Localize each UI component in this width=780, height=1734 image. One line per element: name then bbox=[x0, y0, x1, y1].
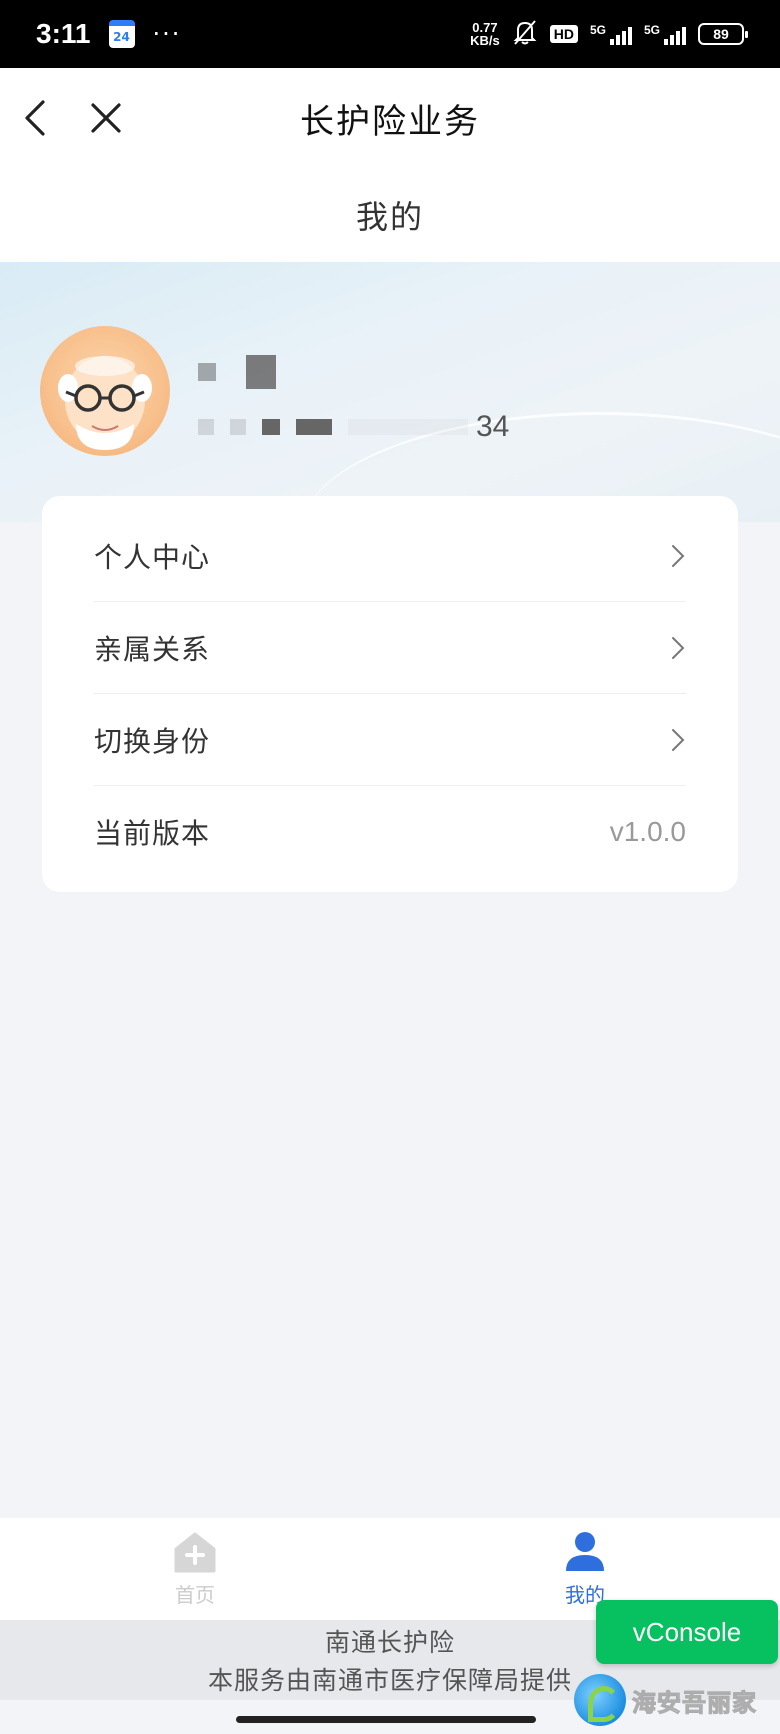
signal-label: 5G bbox=[643, 23, 660, 37]
page-title: 我的 bbox=[355, 198, 424, 236]
menu-item-switch-identity[interactable]: 切换身份 bbox=[94, 694, 686, 786]
status-bar: 3:11 24 ··· 0.77 KB/s HD 5G 5G 89 bbox=[0, 0, 780, 68]
user-id-masked: 34 bbox=[198, 402, 528, 452]
hd-badge: HD bbox=[549, 25, 578, 43]
watermark-logo-icon bbox=[574, 1674, 626, 1726]
menu-card: 个人中心 亲属关系 切换身份 当前版本 v1.0.0 bbox=[42, 496, 738, 892]
user-icon bbox=[566, 1531, 604, 1571]
signal-5g-1-icon: 5G bbox=[590, 23, 632, 45]
menu-item-relatives[interactable]: 亲属关系 bbox=[94, 602, 686, 694]
elderly-avatar-icon bbox=[58, 356, 152, 450]
network-speed-unit: KB/s bbox=[470, 33, 500, 48]
status-time: 3:11 bbox=[36, 18, 91, 49]
battery-icon: 89 bbox=[698, 23, 748, 45]
status-right: 0.77 KB/s HD 5G 5G 89 bbox=[470, 18, 748, 51]
close-button[interactable] bbox=[78, 90, 134, 146]
status-left: 3:11 24 ··· bbox=[36, 18, 181, 50]
page-header: 我的 bbox=[0, 168, 780, 262]
menu-item-label: 个人中心 bbox=[94, 540, 211, 574]
signal-label: 5G bbox=[589, 23, 606, 37]
signal-5g-2-icon: 5G bbox=[644, 23, 686, 45]
chevron-right-icon bbox=[670, 543, 686, 569]
menu-item-label: 切换身份 bbox=[94, 724, 211, 758]
menu-item-label: 当前版本 bbox=[94, 817, 211, 850]
menu-item-version: 当前版本 v1.0.0 bbox=[94, 786, 686, 878]
vconsole-button[interactable]: vConsole bbox=[596, 1600, 778, 1664]
user-name-masked bbox=[198, 354, 318, 390]
close-icon bbox=[91, 103, 121, 133]
tab-label: 首页 bbox=[175, 1582, 215, 1607]
tab-home[interactable]: 首页 bbox=[0, 1518, 390, 1620]
home-indicator[interactable] bbox=[236, 1716, 536, 1723]
title-bar: 长护险业务 bbox=[0, 68, 780, 168]
chevron-right-icon bbox=[670, 635, 686, 661]
chevron-right-icon bbox=[670, 727, 686, 753]
network-speed: 0.77 KB/s bbox=[470, 21, 500, 47]
footer-provider: 本服务由南通市医疗保障局提供 bbox=[207, 1666, 572, 1695]
mute-bell-icon bbox=[512, 18, 538, 51]
avatar[interactable] bbox=[40, 326, 170, 456]
home-icon bbox=[174, 1532, 216, 1572]
footer-title: 南通长护险 bbox=[324, 1628, 455, 1657]
user-id-suffix: 34 bbox=[476, 410, 510, 443]
watermark-text: 海安吾丽家 bbox=[632, 1688, 757, 1717]
back-button[interactable] bbox=[8, 90, 64, 146]
menu-item-label: 亲属关系 bbox=[94, 632, 211, 666]
calendar-icon: 24 bbox=[108, 20, 135, 48]
profile-header: 34 bbox=[0, 262, 780, 522]
chevron-left-icon bbox=[25, 100, 45, 136]
menu-item-personal-center[interactable]: 个人中心 bbox=[94, 496, 686, 602]
id-mask bbox=[198, 419, 468, 435]
watermark: 海安吾丽家 bbox=[574, 1672, 780, 1728]
more-notifications-icon: ··· bbox=[152, 20, 182, 48]
version-value: v1.0.0 bbox=[609, 816, 686, 847]
